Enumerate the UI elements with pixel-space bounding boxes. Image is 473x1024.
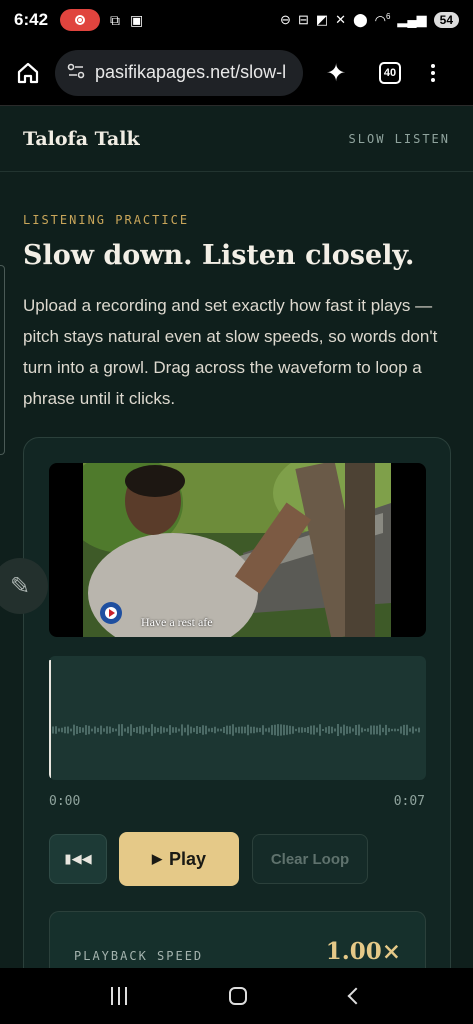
playback-speed-label: PLAYBACK SPEED [74, 949, 204, 963]
tabs-icon[interactable]: 40 [379, 61, 401, 84]
page-title: Slow down. Listen closely. [23, 240, 415, 271]
time-start: 0:00 [49, 794, 81, 809]
back-icon[interactable] [347, 987, 365, 1005]
status-time: 6:42 [14, 10, 49, 29]
cast-icon: ◩ [315, 11, 329, 27]
recent-apps-icon[interactable] [111, 987, 128, 1005]
mute-icon: ✕ [335, 11, 347, 27]
clear-loop-button[interactable]: Clear Loop [252, 834, 368, 884]
screenshot-icon: ⧉ [110, 11, 121, 28]
home-icon[interactable] [10, 55, 46, 91]
site-settings-icon[interactable] [67, 62, 85, 84]
status-bar: 6:42 ⧉ ▣ ⊖ ⊟ ◩ ✕ ⬤ ◠6 ▂▄▆ 54 [0, 0, 473, 40]
battery-level: 54 [439, 12, 453, 27]
site-header: Talofa Talk SLOW LISTEN [0, 107, 473, 172]
media-icon: ▣ [130, 11, 144, 28]
signal-icon: ▂▄▆ [397, 11, 427, 27]
player-card: Have a rest afe 0:00 0:07 ▮◀◀ ▶ Play Cle… [23, 437, 451, 998]
rewind-button[interactable]: ▮◀◀ [49, 834, 107, 884]
clear-loop-label: Clear Loop [270, 850, 350, 868]
wifi-gen: 6 [385, 11, 391, 21]
home-nav-icon[interactable] [229, 987, 248, 1005]
site-brand[interactable]: Talofa Talk [23, 128, 140, 150]
address-bar[interactable]: pasifikapages.net/slow-l [55, 49, 303, 96]
browser-toolbar: pasifikapages.net/slow-l ✦ 40 [0, 40, 473, 106]
eyebrow-label: LISTENING PRACTICE [23, 213, 190, 227]
play-label: Play [168, 848, 207, 869]
status-icons: ⊖ ⊟ ◩ ✕ ⬤ ◠6 ▂▄▆ 54 [280, 12, 459, 28]
video-caption: Have a rest afe [141, 615, 213, 629]
skip-back-icon: ▮◀◀ [64, 851, 92, 867]
nav-slow-listen[interactable]: SLOW LISTEN [349, 132, 450, 146]
system-nav-bar [0, 968, 473, 1024]
url-text: pasifikapages.net/slow-l [95, 62, 287, 82]
playback-speed-value: 1.00× [325, 938, 401, 965]
video-player[interactable]: Have a rest afe [49, 463, 426, 637]
screen-record-icon [60, 9, 101, 31]
play-icon: ▶ [151, 851, 162, 866]
bed-icon: ⊟ [297, 11, 309, 27]
edge-panel-handle[interactable] [0, 265, 5, 455]
battery-icon: 54 [433, 11, 459, 28]
playhead[interactable] [49, 660, 51, 778]
wifi-icon: ◠6 [374, 11, 391, 28]
play-button[interactable]: ▶ Play [119, 832, 239, 886]
dnd-icon: ⊖ [280, 11, 291, 27]
more-icon[interactable] [431, 63, 435, 82]
time-end: 0:07 [393, 794, 425, 809]
location-icon: ⬤ [353, 11, 368, 27]
page-description: Upload a recording and set exactly how f… [23, 296, 438, 408]
tab-count: 40 [383, 66, 397, 79]
sparkle-icon[interactable]: ✦ [321, 59, 351, 87]
waveform[interactable] [49, 656, 426, 780]
video-frame [83, 463, 391, 637]
waveform-graphic [52, 724, 420, 736]
